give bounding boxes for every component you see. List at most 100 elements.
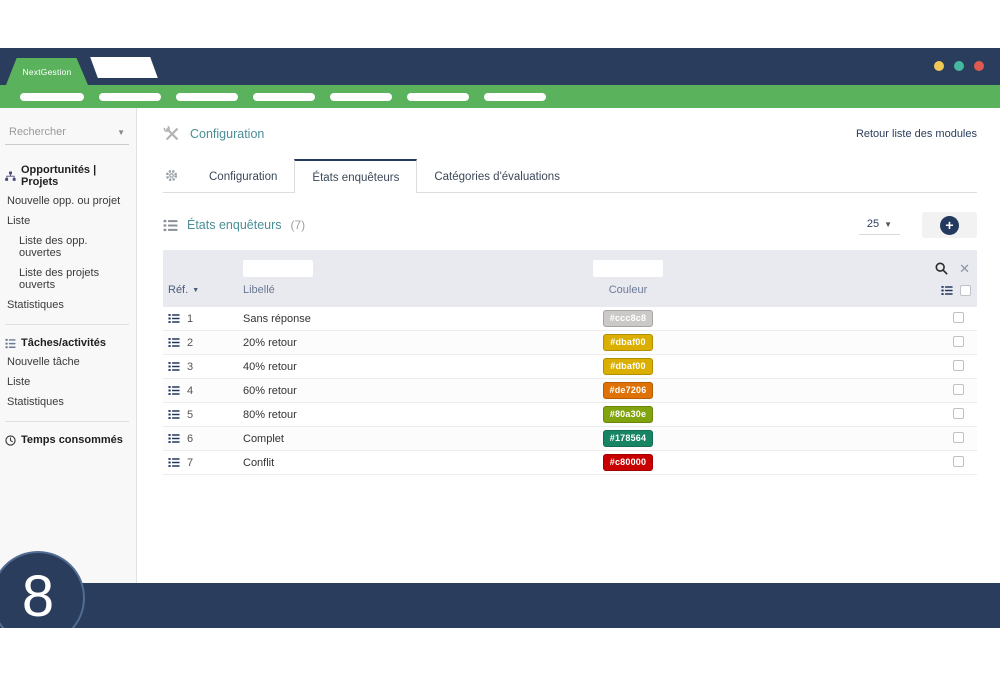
main-menu-bar bbox=[0, 85, 1000, 108]
row-checkbox[interactable] bbox=[953, 312, 964, 323]
row-ref: 1 bbox=[187, 313, 193, 325]
search-icon[interactable] bbox=[935, 262, 948, 275]
list-icon bbox=[163, 219, 178, 232]
row-checkbox[interactable] bbox=[953, 360, 964, 371]
row-list-icon[interactable] bbox=[168, 385, 180, 396]
sidebar-section-temps[interactable]: Temps consommés bbox=[5, 431, 129, 449]
tab-bar: Configuration États enquêteurs Catégorie… bbox=[163, 159, 977, 193]
sidebar-item-statistiques-taches[interactable]: Statistiques bbox=[5, 392, 129, 412]
sort-desc-icon: ▼ bbox=[192, 287, 199, 294]
tab-configuration[interactable]: Configuration bbox=[192, 162, 294, 192]
row-list-icon[interactable] bbox=[168, 313, 180, 324]
row-ref: 3 bbox=[187, 361, 193, 373]
teal-dot-icon[interactable] bbox=[954, 61, 964, 71]
table-header: ✕ Réf. ▼ Libellé Couleur bbox=[163, 250, 977, 307]
close-icon[interactable]: ✕ bbox=[959, 262, 970, 275]
tab-categories-evaluations[interactable]: Catégories d'évaluations bbox=[417, 162, 577, 192]
row-label: 40% retour bbox=[243, 361, 563, 373]
sidebar-section-opportunites[interactable]: Opportunités | Projets bbox=[5, 161, 129, 191]
page-size-select[interactable]: 25 ▼ bbox=[859, 215, 900, 235]
sidebar-item-liste-taches[interactable]: Liste bbox=[5, 372, 129, 392]
sidebar-divider bbox=[5, 324, 129, 325]
row-list-icon[interactable] bbox=[168, 433, 180, 444]
row-label: Conflit bbox=[243, 457, 563, 469]
sidebar-section-label: Temps consommés bbox=[21, 434, 123, 446]
tab-etats-enqueteurs[interactable]: États enquêteurs bbox=[294, 159, 417, 193]
table-row[interactable]: 6 Complet #178564 bbox=[163, 427, 977, 451]
row-list-icon[interactable] bbox=[168, 457, 180, 468]
column-header-libelle[interactable]: Libellé bbox=[243, 284, 563, 296]
top-bar: NextGestion bbox=[0, 48, 1000, 85]
list-icon bbox=[5, 338, 16, 349]
sidebar-item-nouvelle-opp[interactable]: Nouvelle opp. ou projet bbox=[5, 191, 129, 211]
sidebar-section-label: Opportunités | Projets bbox=[21, 164, 129, 188]
status-dots bbox=[934, 61, 984, 71]
table-row[interactable]: 4 60% retour #de7206 bbox=[163, 379, 977, 403]
table-row[interactable]: 5 80% retour #80a30e bbox=[163, 403, 977, 427]
yellow-dot-icon[interactable] bbox=[934, 61, 944, 71]
sidebar-item-nouvelle-tache[interactable]: Nouvelle tâche bbox=[5, 352, 129, 372]
menu-item-placeholder[interactable] bbox=[253, 93, 315, 101]
menu-item-placeholder[interactable] bbox=[99, 93, 161, 101]
row-label: Complet bbox=[243, 433, 563, 445]
row-checkbox[interactable] bbox=[953, 432, 964, 443]
column-header-ref[interactable]: Réf. ▼ bbox=[163, 284, 243, 296]
row-list-icon[interactable] bbox=[168, 337, 180, 348]
sidebar-item-liste-opp[interactable]: Liste bbox=[5, 211, 129, 231]
menu-item-placeholder[interactable] bbox=[407, 93, 469, 101]
row-ref: 7 bbox=[187, 457, 193, 469]
menu-item-placeholder[interactable] bbox=[20, 93, 84, 101]
sidebar-item-liste-opp-ouvertes[interactable]: Liste des opp. ouvertes bbox=[5, 231, 129, 263]
row-checkbox[interactable] bbox=[953, 336, 964, 347]
brand-name: NextGestion bbox=[23, 67, 72, 77]
row-label: 20% retour bbox=[243, 337, 563, 349]
color-badge: #de7206 bbox=[603, 382, 654, 399]
table-row[interactable]: 2 20% retour #dbaf00 bbox=[163, 331, 977, 355]
row-ref: 2 bbox=[187, 337, 193, 349]
column-header-couleur[interactable]: Couleur bbox=[609, 284, 648, 296]
list-icon[interactable] bbox=[941, 285, 953, 296]
screenshot-page: NextGestion Rechercher ▼ bbox=[0, 0, 1000, 679]
sidebar-section-taches[interactable]: Tâches/activités bbox=[5, 334, 129, 352]
color-badge: #dbaf00 bbox=[603, 358, 652, 375]
gear-icon[interactable] bbox=[163, 169, 192, 192]
table-row[interactable]: 1 Sans réponse #ccc8c8 bbox=[163, 307, 977, 331]
etats-enqueteurs-table: ✕ Réf. ▼ Libellé Couleur bbox=[163, 250, 977, 475]
filter-libelle-input[interactable] bbox=[243, 260, 313, 277]
table-row[interactable]: 7 Conflit #c80000 bbox=[163, 451, 977, 475]
menu-item-placeholder[interactable] bbox=[484, 93, 546, 101]
wrench-screwdriver-icon bbox=[163, 125, 181, 143]
row-checkbox[interactable] bbox=[953, 456, 964, 467]
sidebar-item-liste-projets-ouverts[interactable]: Liste des projets ouverts bbox=[5, 263, 129, 295]
page-size-value: 25 bbox=[867, 218, 879, 230]
color-badge: #c80000 bbox=[603, 454, 653, 471]
select-all-checkbox[interactable] bbox=[960, 285, 971, 296]
sidebar-item-statistiques-opp[interactable]: Statistiques bbox=[5, 295, 129, 315]
row-list-icon[interactable] bbox=[168, 409, 180, 420]
filter-couleur-input[interactable] bbox=[593, 260, 663, 277]
row-checkbox[interactable] bbox=[953, 384, 964, 395]
row-list-icon[interactable] bbox=[168, 361, 180, 372]
chevron-down-icon: ▼ bbox=[884, 220, 892, 229]
red-dot-icon[interactable] bbox=[974, 61, 984, 71]
search-placeholder: Rechercher bbox=[9, 126, 66, 138]
sidebar-search-select[interactable]: Rechercher ▼ bbox=[5, 122, 129, 145]
brand-decoration bbox=[90, 57, 158, 78]
brand-logo[interactable]: NextGestion bbox=[6, 58, 88, 85]
app-window: NextGestion Rechercher ▼ bbox=[0, 48, 1000, 628]
main-content: Configuration Retour liste des modules C… bbox=[137, 108, 1000, 583]
sidebar-section-label: Tâches/activités bbox=[21, 337, 106, 349]
menu-item-placeholder[interactable] bbox=[176, 93, 238, 101]
menu-item-placeholder[interactable] bbox=[330, 93, 392, 101]
sitemap-icon bbox=[5, 171, 16, 182]
add-record-button[interactable]: + bbox=[922, 212, 977, 238]
color-badge: #dbaf00 bbox=[603, 334, 652, 351]
page-number: 8 bbox=[22, 563, 54, 629]
color-badge: #80a30e bbox=[603, 406, 653, 423]
color-badge: #178564 bbox=[603, 430, 653, 447]
back-to-modules-link[interactable]: Retour liste des modules bbox=[856, 128, 977, 140]
row-label: 80% retour bbox=[243, 409, 563, 421]
row-checkbox[interactable] bbox=[953, 408, 964, 419]
row-ref: 4 bbox=[187, 385, 193, 397]
table-row[interactable]: 3 40% retour #dbaf00 bbox=[163, 355, 977, 379]
